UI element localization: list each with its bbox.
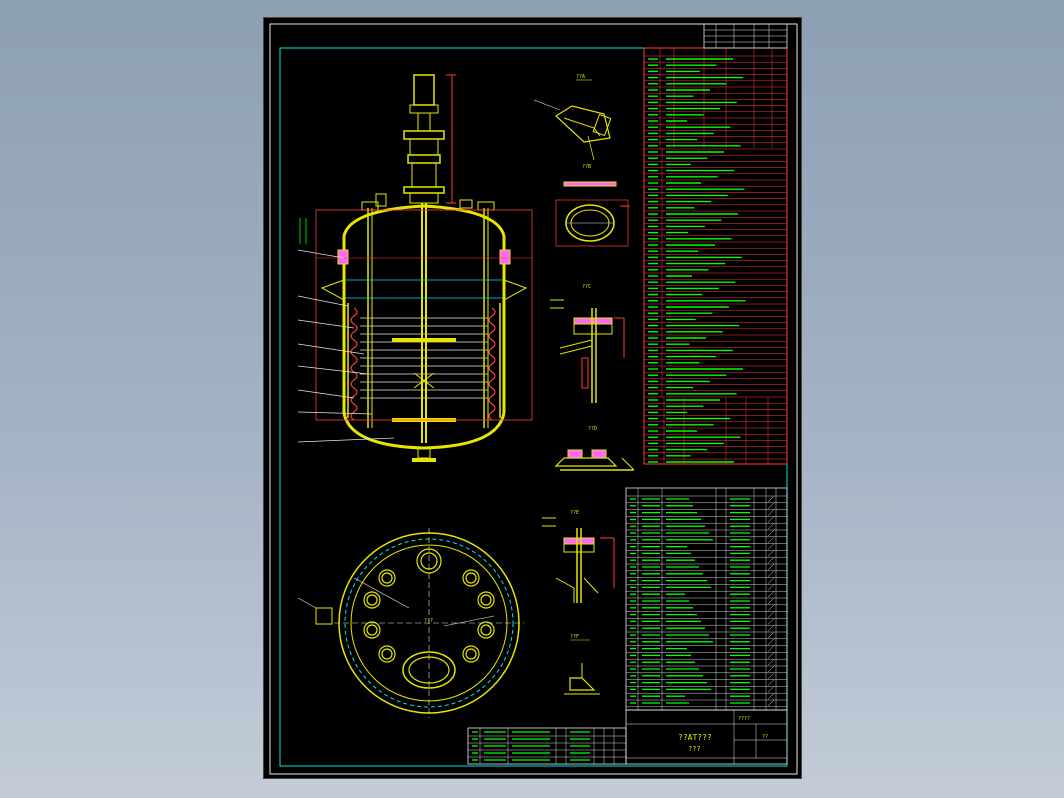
table-rule [767, 523, 775, 530]
table-rule [767, 597, 775, 605]
table-rule [767, 570, 775, 577]
table-rule [767, 618, 775, 625]
title-block: ??AT??? ??? ???? ?? [625, 709, 788, 765]
table-rule [767, 693, 775, 700]
detail-c: ??C [550, 284, 625, 403]
detail-e: ??E [542, 510, 615, 603]
detail-a-label: ??A [576, 74, 585, 80]
table-rule [767, 699, 775, 707]
detail-d: ??D [554, 426, 635, 471]
plan-view: ?-? [297, 528, 524, 718]
table-rule [767, 591, 775, 598]
table-rule [767, 659, 775, 666]
title-name: ??AT??? [678, 733, 712, 742]
table-rule [767, 536, 775, 543]
table-rule [767, 516, 775, 523]
table-rule [767, 604, 775, 611]
table-rule [767, 577, 775, 584]
table-rule [767, 652, 775, 659]
table-rule [767, 495, 775, 503]
detail-e-label: ??E [570, 510, 579, 516]
table-rule [767, 502, 775, 509]
technical-data-table [643, 23, 788, 465]
motor [413, 74, 435, 106]
table-rule [767, 563, 775, 571]
detail-f-label: ??F [570, 634, 579, 640]
table-rule [767, 584, 775, 591]
title-subline: ??? [688, 745, 701, 753]
cad-drawing-sheet: ?-? ??A ??B ??C ??D ??E ??F ??AT??? ??? … [263, 17, 802, 779]
impeller-upper [392, 338, 456, 342]
coil-tubes [360, 317, 488, 399]
table-rule [767, 611, 775, 618]
table-rule [767, 550, 775, 557]
inner-frame [279, 47, 788, 767]
plan-view-label: ?-? [424, 618, 433, 624]
detail-f: ??F [564, 634, 600, 695]
detail-a: ??A [533, 74, 612, 161]
table-rule [767, 543, 775, 550]
table-rule [767, 638, 775, 645]
gearbox [403, 130, 445, 140]
detail-c-label: ??C [582, 284, 591, 290]
bottom-parts-table [467, 727, 627, 765]
table-rule [767, 509, 775, 516]
table-rule [767, 665, 775, 673]
table-rule [767, 557, 775, 564]
title-sheet-label: ?? [762, 734, 768, 740]
detail-b: ??B [555, 164, 630, 247]
drawing-canvas: ?-? ??A ??B ??C ??D ??E ??F ??AT??? ??? … [269, 23, 798, 775]
parts-list [625, 487, 788, 711]
table-rule [767, 529, 775, 537]
detail-d-label: ??D [588, 426, 597, 432]
title-scale-label: ???? [738, 716, 750, 722]
lug-right [499, 249, 511, 265]
table-rule [767, 625, 775, 632]
table-rule [767, 645, 775, 652]
table-rule [767, 631, 775, 639]
table-rule [767, 679, 775, 686]
detail-b-label: ??B [582, 164, 591, 170]
vessel-elevation-view [297, 74, 533, 462]
table-rule [767, 686, 775, 693]
table-rule [767, 672, 775, 679]
